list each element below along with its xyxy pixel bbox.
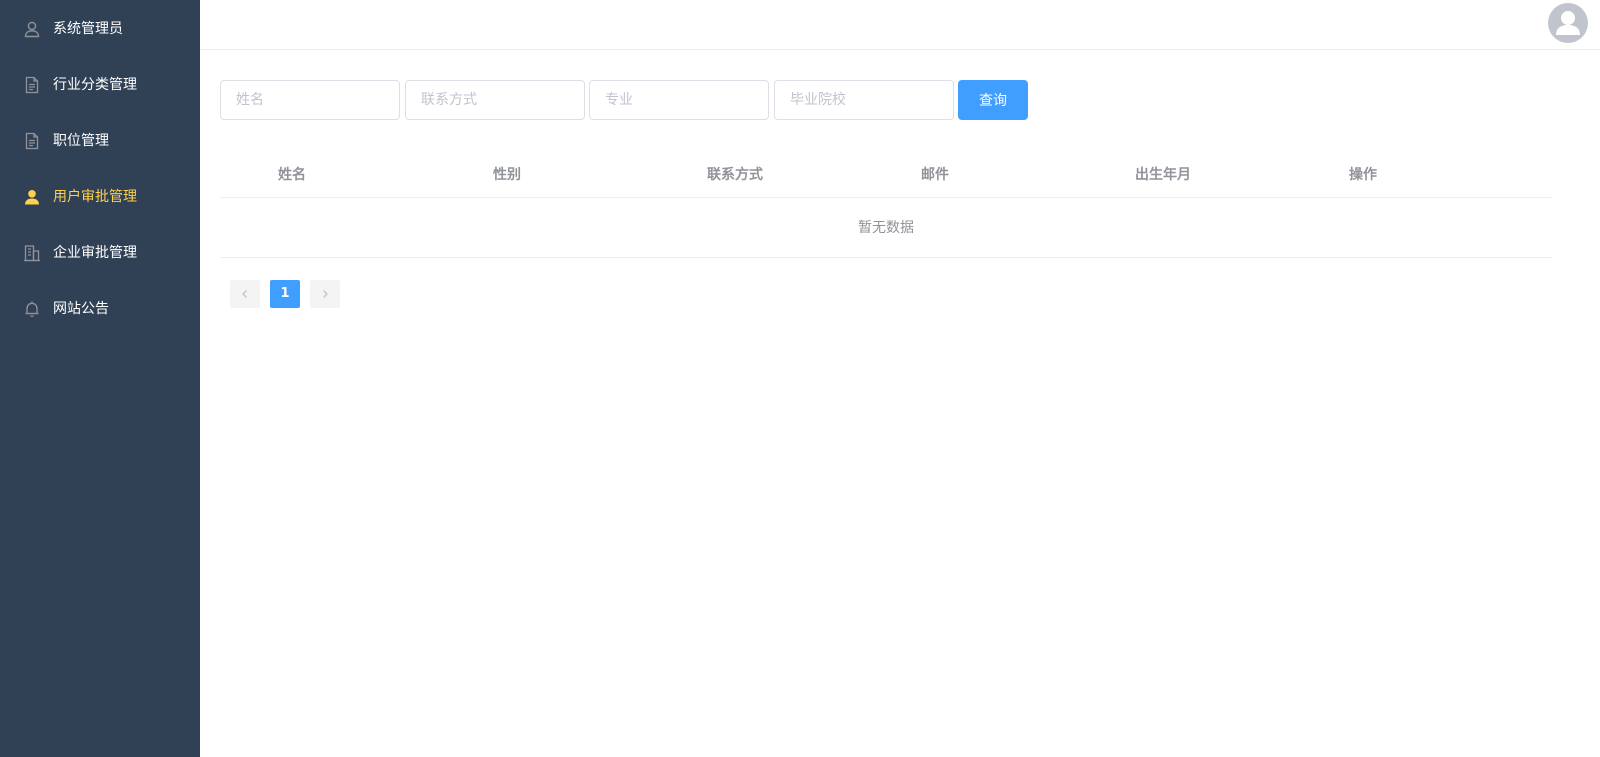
sidebar: 系统管理员 行业分类管理 职位管理 用户审批管理 企业审批管理 网站公告 <box>0 0 200 757</box>
column-header-birth-date: 出生年月 <box>1135 167 1191 183</box>
column-header-email: 邮件 <box>921 167 949 183</box>
sidebar-item-label: 用户审批管理 <box>53 189 137 205</box>
sidebar-item-label: 网站公告 <box>53 301 109 317</box>
table-header: 姓名 性别 联系方式 邮件 出生年月 操作 <box>220 152 1552 198</box>
phone-search-input[interactable] <box>405 80 585 120</box>
column-header-name: 姓名 <box>278 167 306 183</box>
major-search-input[interactable] <box>589 80 769 120</box>
query-button[interactable]: 查询 <box>958 80 1028 120</box>
school-search-input[interactable] <box>774 80 954 120</box>
sidebar-item-position[interactable]: 职位管理 <box>0 113 200 169</box>
avatar[interactable] <box>1548 3 1588 43</box>
user-approval-table: 姓名 性别 联系方式 邮件 出生年月 操作 暂无数据 <box>220 152 1552 258</box>
chevron-left-icon <box>242 290 247 298</box>
sidebar-item-site-announcement[interactable]: 网站公告 <box>0 281 200 337</box>
user-solid-icon <box>25 190 39 205</box>
sidebar-item-system-admin[interactable]: 系统管理员 <box>0 1 200 57</box>
chevron-right-icon <box>323 290 328 298</box>
pagination-next-button[interactable] <box>310 280 340 308</box>
user-outline-icon <box>24 21 40 38</box>
sidebar-item-label: 行业分类管理 <box>53 77 137 93</box>
office-building-icon <box>24 245 40 262</box>
sidebar-item-label: 系统管理员 <box>53 21 123 37</box>
name-search-input[interactable] <box>220 80 400 120</box>
document-icon <box>25 132 39 150</box>
empty-data-text: 暂无数据 <box>858 220 914 236</box>
column-header-gender: 性别 <box>493 167 521 183</box>
sidebar-item-user-approval[interactable]: 用户审批管理 <box>0 169 200 225</box>
avatar-icon <box>1556 11 1580 35</box>
sidebar-item-industry-category[interactable]: 行业分类管理 <box>0 57 200 113</box>
document-icon <box>25 76 39 94</box>
sidebar-item-label: 企业审批管理 <box>53 245 137 261</box>
sidebar-item-label: 职位管理 <box>53 133 109 149</box>
column-header-phone: 联系方式 <box>707 167 763 183</box>
table-empty-row: 暂无数据 <box>220 198 1552 258</box>
bell-icon <box>25 301 39 317</box>
sidebar-item-company-approval[interactable]: 企业审批管理 <box>0 225 200 281</box>
pagination-page-1[interactable]: 1 <box>270 280 300 308</box>
top-header <box>200 0 1600 50</box>
column-header-actions: 操作 <box>1349 167 1377 183</box>
pagination-prev-button[interactable] <box>230 280 260 308</box>
